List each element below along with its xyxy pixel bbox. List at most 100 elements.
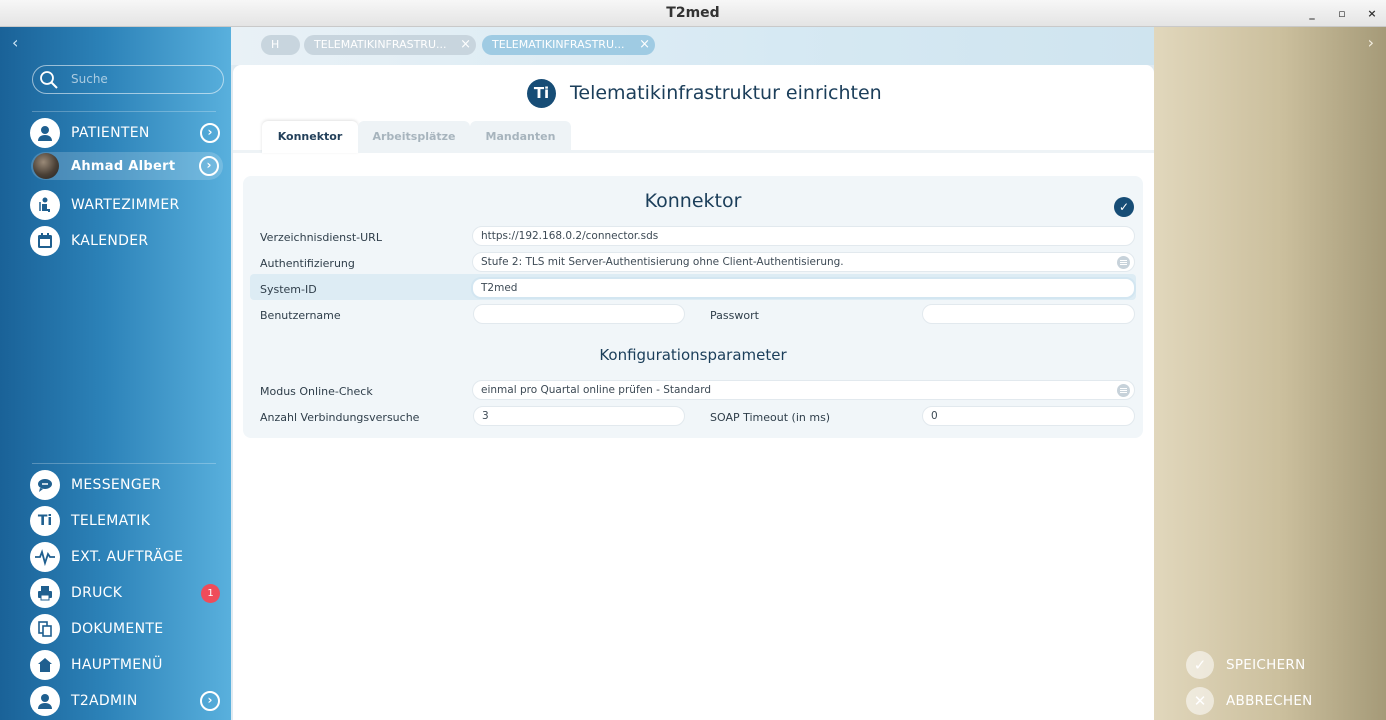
sidebar-item-hauptmenue[interactable]: HAUPTMENÜ [30,650,224,680]
page-title: Telematikinfrastruktur einrichten [570,82,882,104]
divider [32,463,216,464]
avatar [33,153,59,179]
attempts-label: Anzahl Verbindungsversuche [260,411,420,424]
open-tabs: H TELEMATIKINFRASTRU... × TELEMATIKINFRA… [231,27,1154,65]
window-title: T2med [666,5,720,21]
save-button[interactable]: ✓ SPEICHERN [1186,651,1306,679]
telematik-icon: Ti [30,506,60,536]
dropdown-menu-icon[interactable] [1117,384,1130,397]
maximize-button[interactable]: ▫ [1336,7,1348,20]
close-button[interactable]: × [1366,7,1378,20]
sidebar-item-label: KALENDER [71,233,149,249]
tab-label: H [271,38,280,51]
admin-icon [30,686,60,716]
online-check-value: einmal pro Quartal online prüfen - Stand… [481,384,711,396]
sidebar-item-label: MESSENGER [71,477,162,493]
auth-value: Stufe 2: TLS mit Server-Authentisierung … [481,256,844,268]
window-controls: _ ▫ × [1306,0,1378,27]
home-icon [30,650,60,680]
page-header: Ti Telematikinfrastruktur einrichten [233,65,1154,125]
expand-panel-icon[interactable]: › [1368,33,1374,52]
chevron-right-icon[interactable]: › [199,156,219,176]
cancel-label: ABBRECHEN [1226,693,1313,709]
chat-icon [30,470,60,500]
sidebar-item-current-patient[interactable]: Ahmad Albert › [31,152,223,180]
documents-icon [30,614,60,644]
sidebar-item-messenger[interactable]: MESSENGER [30,470,224,500]
sidebar-item-label: Ahmad Albert [71,158,176,174]
attempts-field[interactable]: 3 [473,406,685,426]
close-icon: ✕ [1186,687,1214,715]
telematik-logo: Ti [527,79,556,108]
sidebar-item-label: EXT. AUFTRÄGE [71,549,184,565]
chevron-right-icon[interactable]: › [200,123,220,143]
online-check-label: Modus Online-Check [260,385,373,398]
sub-tabs: Konnektor Arbeitsplätze Mandanten [233,121,1154,153]
sidebar: ‹ Suche PATIENTEN › Ahmad Albert › WARTE… [0,27,231,720]
title-bar: T2med _ ▫ × [0,0,1386,27]
sidebar-item-label: PATIENTEN [71,125,150,141]
sidebar-item-label: HAUPTMENÜ [71,657,163,673]
sidebar-item-label: WARTEZIMMER [71,197,180,213]
search-icon [40,71,58,89]
sidebar-item-ext-auftraege[interactable]: EXT. AUFTRÄGE [30,542,224,572]
close-tab-icon[interactable]: × [460,35,471,55]
sidebar-item-druck[interactable]: DRUCK 1 [30,578,224,608]
auth-label: Authentifizierung [260,257,355,270]
sidebar-item-label: DRUCK [71,585,123,601]
tab-telematik-1[interactable]: TELEMATIKINFRASTRU... × [304,35,476,55]
sidebar-item-t2admin[interactable]: T2ADMIN › [30,686,224,716]
section-title: Konnektor [644,190,742,212]
url-label: Verzeichnisdienst-URL [260,231,382,244]
dropdown-menu-icon[interactable] [1117,256,1130,269]
system-id-field[interactable]: T2med [471,277,1136,299]
divider [32,111,216,112]
tab-konnektor[interactable]: Konnektor [262,121,358,153]
system-id-label: System-ID [260,283,317,296]
sidebar-item-kalender[interactable]: KALENDER [30,226,224,256]
sidebar-item-patienten[interactable]: PATIENTEN › [30,118,224,148]
save-label: SPEICHERN [1226,657,1306,673]
sidebar-item-telematik[interactable]: Ti TELEMATIK [30,506,224,536]
notification-badge: 1 [201,584,220,603]
calendar-icon [30,226,60,256]
online-check-select[interactable]: einmal pro Quartal online prüfen - Stand… [472,380,1135,400]
printer-icon [30,578,60,608]
username-field[interactable] [473,304,685,324]
waiting-room-icon [30,190,60,220]
tab-label: TELEMATIKINFRASTRU... [492,38,625,51]
search-placeholder: Suche [71,72,108,86]
chevron-right-icon[interactable]: › [200,691,220,711]
search-input[interactable]: Suche [32,65,224,94]
sidebar-item-label: T2ADMIN [71,693,138,709]
password-label: Passwort [710,309,759,322]
soap-timeout-label: SOAP Timeout (in ms) [710,411,831,424]
main-area: H TELEMATIKINFRASTRU... × TELEMATIKINFRA… [231,27,1154,720]
username-label: Benutzername [260,309,341,322]
patient-icon [30,118,60,148]
sidebar-item-dokumente[interactable]: DOKUMENTE [30,614,224,644]
sidebar-item-wartezimmer[interactable]: WARTEZIMMER [30,190,224,220]
konnektor-card: Konnektor ✓ Verzeichnisdienst-URL https:… [243,176,1143,438]
check-icon: ✓ [1186,651,1214,679]
collapse-sidebar-icon[interactable]: ‹ [12,33,18,52]
sidebar-item-label: DOKUMENTE [71,621,164,637]
config-section-title: Konfigurationsparameter [599,346,787,364]
cancel-button[interactable]: ✕ ABBRECHEN [1186,687,1313,715]
soap-timeout-field[interactable]: 0 [922,406,1135,426]
tab-telematik-2[interactable]: TELEMATIKINFRASTRU... × [482,35,655,55]
auth-select[interactable]: Stufe 2: TLS mit Server-Authentisierung … [472,252,1135,272]
sidebar-item-label: TELEMATIK [71,513,151,529]
pulse-icon [30,542,60,572]
close-tab-icon[interactable]: × [639,35,650,55]
minimize-button[interactable]: _ [1306,7,1318,20]
tab-arbeitsplaetze[interactable]: Arbeitsplätze [358,121,470,153]
tab-mandanten[interactable]: Mandanten [470,121,571,153]
url-field[interactable]: https://192.168.0.2/connector.sds [472,226,1135,246]
password-field[interactable] [922,304,1135,324]
tab-home[interactable]: H [261,35,300,55]
check-icon: ✓ [1114,197,1134,217]
action-panel: › ✓ SPEICHERN ✕ ABBRECHEN [1154,27,1386,720]
content-panel: Ti Telematikinfrastruktur einrichten Kon… [233,65,1154,720]
tab-label: TELEMATIKINFRASTRU... [314,38,447,51]
